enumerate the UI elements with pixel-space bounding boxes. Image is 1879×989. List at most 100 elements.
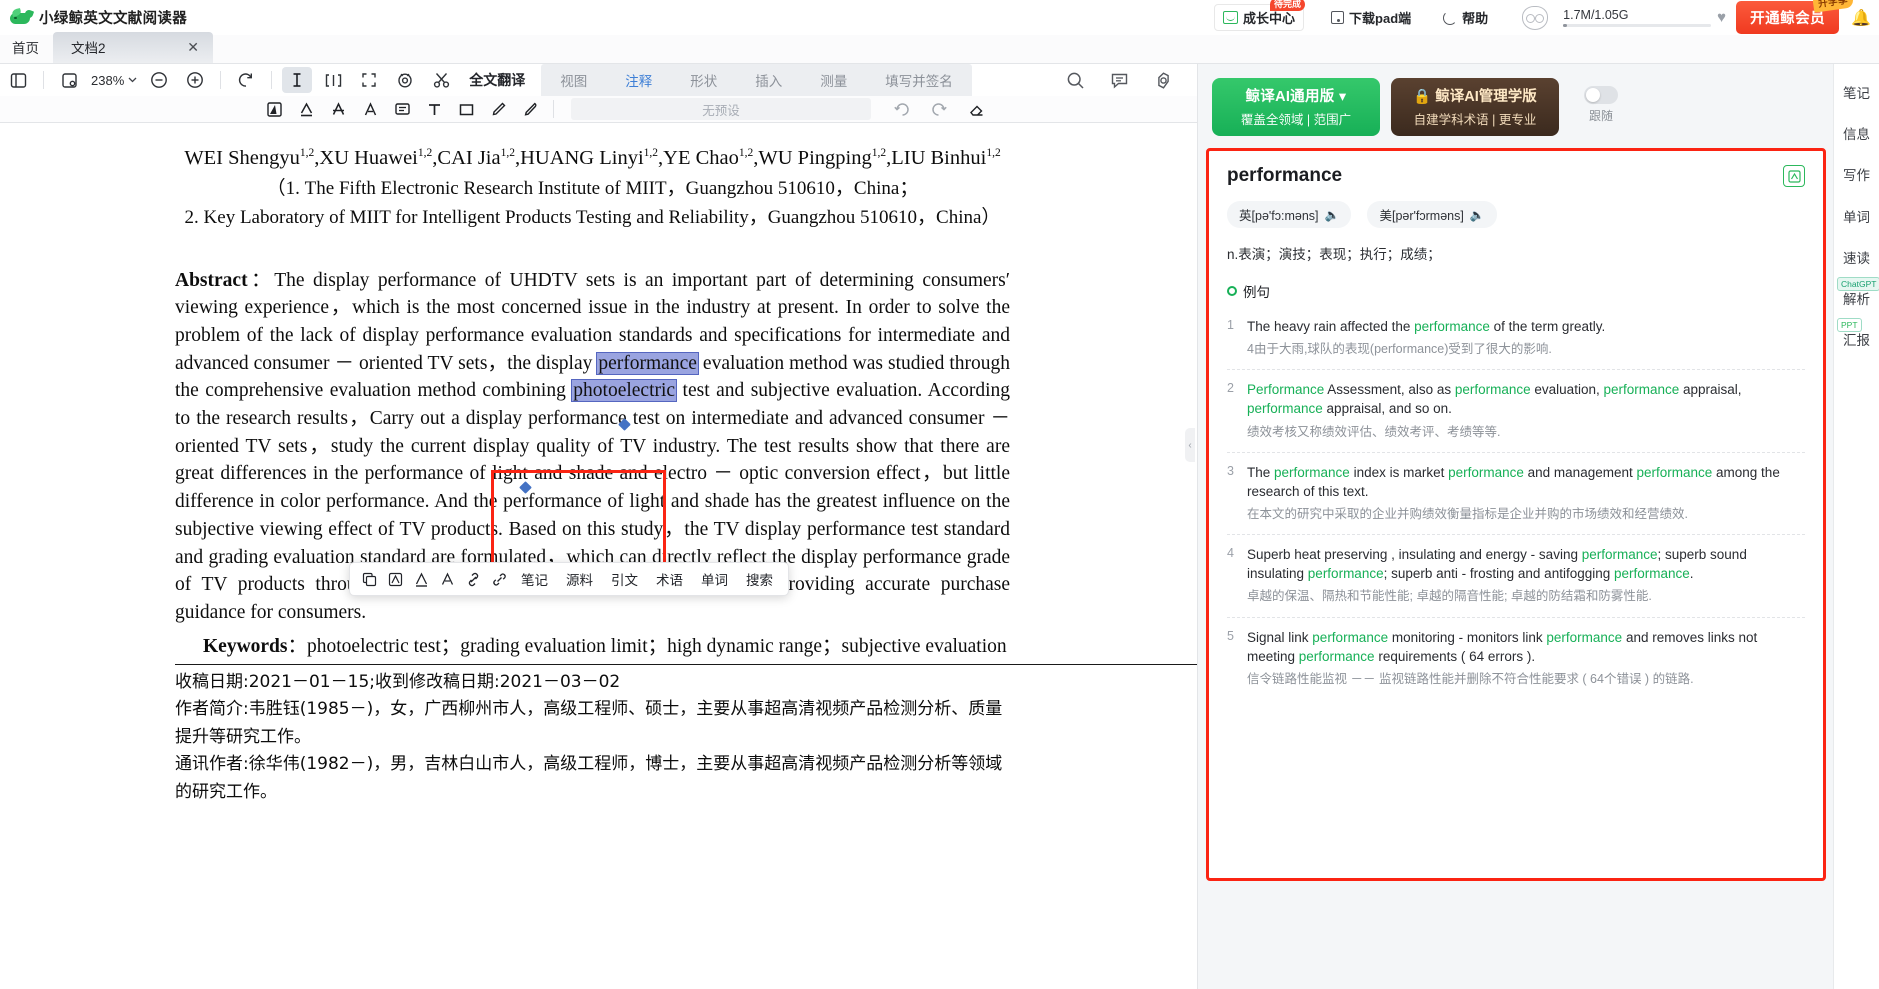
close-icon[interactable]: ✕ (187, 39, 199, 56)
growth-center-button[interactable]: 待完成 成长中心 (1214, 0, 1306, 31)
translate-icon[interactable] (382, 566, 408, 592)
word-card-word: performance (1227, 165, 1343, 186)
rectangle-icon[interactable] (450, 97, 482, 121)
selected-word-photoelectric[interactable]: photoelectric (571, 379, 678, 403)
follow-toggle-label: 跟随 (1588, 109, 1613, 123)
growth-chart-icon (1223, 11, 1239, 24)
speaker-icon[interactable]: 🔈 (1470, 208, 1485, 222)
tab-view[interactable]: 视图 (541, 70, 606, 90)
ai-management-version-button[interactable]: 🔒 鲸译AI管理学版 自建学科术语 | 更专业 (1391, 78, 1559, 136)
add-to-wordbook-icon[interactable] (1783, 165, 1805, 187)
example-number: 4 (1227, 546, 1234, 561)
preset-select[interactable]: 无预设 (571, 98, 871, 120)
ctx-item-citation[interactable]: 引文 (602, 569, 647, 589)
underline-text-icon[interactable] (290, 97, 322, 121)
text-color-icon[interactable] (354, 97, 386, 121)
pen-icon[interactable] (482, 97, 514, 121)
follow-toggle[interactable] (1584, 86, 1618, 104)
avatar[interactable] (1513, 2, 1557, 34)
word-definitions: n.表演；演技；表现；执行；成绩； (1227, 247, 1441, 262)
search-icon[interactable] (1060, 67, 1090, 93)
rail-item-speedread[interactable]: 速读 (1843, 251, 1870, 267)
tab-annotate[interactable]: 注释 (606, 70, 671, 90)
help-button[interactable]: 帮助 (1434, 4, 1497, 31)
rail-item-vocabulary[interactable]: 单词 (1843, 210, 1870, 226)
rail-item-writing[interactable]: 写作 (1843, 168, 1870, 184)
tab-home[interactable]: 首页 (0, 32, 53, 63)
tab-document[interactable]: 文档2 ✕ (53, 32, 213, 63)
comment-icon[interactable] (386, 97, 418, 121)
tab-measure[interactable]: 测量 (801, 70, 866, 90)
highlight-icon[interactable] (408, 566, 434, 592)
example-keyword: performance (1581, 547, 1658, 563)
abstract-label: Abstract (175, 269, 248, 291)
scissors-icon[interactable] (426, 67, 456, 93)
eye-icon[interactable] (390, 67, 420, 93)
settings-gear-icon[interactable] (1148, 67, 1178, 93)
rail-item-report[interactable]: PPT 汇报 (1837, 318, 1870, 349)
rotate-icon[interactable] (231, 67, 261, 93)
zoom-in-icon[interactable] (180, 67, 210, 93)
rail-item-info[interactable]: 信息 (1843, 127, 1870, 143)
bell-icon[interactable]: 🔔 (1851, 8, 1871, 28)
strikethrough-text-icon[interactable] (322, 97, 354, 121)
divider (43, 71, 44, 89)
page-nav-handle[interactable]: ‹ (1185, 428, 1195, 462)
brush-icon[interactable] (514, 97, 546, 121)
rail-item-notes[interactable]: 笔记 (1843, 86, 1870, 102)
author-name: WEI Shengyu (184, 147, 300, 169)
storage-bar (1563, 24, 1712, 27)
ai-general-version-title: 鲸译AI通用版 ▾ (1245, 89, 1347, 105)
underline-icon[interactable] (434, 566, 460, 592)
selected-word-performance[interactable]: performance (596, 351, 699, 375)
follow-toggle-group: 跟随 (1584, 86, 1618, 124)
link-icon[interactable] (486, 566, 512, 592)
ctx-item-search[interactable]: 搜索 (737, 569, 782, 589)
rail-item-analysis[interactable]: ChatGPT 解析 (1837, 276, 1879, 308)
thumbnail-icon[interactable] (54, 67, 84, 93)
example-keyword: performance (1307, 566, 1384, 582)
text-tool-icon[interactable] (418, 97, 450, 121)
example-keyword: performance (1312, 629, 1389, 645)
ctx-item-word[interactable]: 单词 (692, 569, 737, 589)
whale-logo-icon (10, 7, 35, 27)
tab-fill-and-sign[interactable]: 填写并签名 (866, 70, 972, 90)
affiliation-1: （1. The Fifth Electronic Research Instit… (266, 177, 919, 199)
speaker-icon[interactable]: 🔈 (1325, 208, 1340, 222)
example-number: 1 (1227, 318, 1234, 332)
author-sup: 1,2 (417, 147, 433, 160)
fulltext-translate-button[interactable]: 全文翻译 (459, 70, 535, 90)
copy-icon[interactable] (356, 566, 382, 592)
phonetic-uk[interactable]: 英[pə'fɔ:məns] 🔈 (1227, 201, 1352, 228)
tab-shapes[interactable]: 形状 (671, 70, 736, 90)
lock-icon: 🔒 (1413, 89, 1432, 105)
eraser-icon[interactable] (961, 97, 993, 121)
example-sentence-en: Superb heat preserving , insulating and … (1247, 547, 1747, 582)
document-viewer[interactable]: WEI Shengyu1,2,XU Huawei1,2,CAI Jia1,2,H… (0, 123, 1197, 989)
redo-icon[interactable] (923, 97, 955, 121)
ai-management-version-subtitle: 自建学科术语 | 更专业 (1413, 113, 1537, 127)
zoom-level[interactable]: 238% (87, 73, 141, 88)
tab-insert[interactable]: 插入 (736, 70, 801, 90)
ai-general-version-button[interactable]: 鲸译AI通用版 ▾ 覆盖全领域 | 范围广 (1212, 78, 1380, 136)
highlight-square-icon[interactable] (258, 97, 290, 121)
split-view-icon[interactable] (318, 67, 348, 93)
undo-icon[interactable] (885, 97, 917, 121)
vip-button[interactable]: 升学季 开通鲸会员 (1736, 0, 1855, 34)
download-pad-button[interactable]: 下载pad端 (1322, 4, 1420, 31)
text-selection-toolbar[interactable]: 笔记 源料 引文 术语 单词 搜索 (349, 562, 789, 596)
ctx-item-term[interactable]: 术语 (647, 569, 692, 589)
ctx-item-material[interactable]: 源料 (557, 569, 602, 589)
search-web-icon[interactable] (460, 566, 486, 592)
comment-panel-icon[interactable] (1104, 67, 1134, 93)
ctx-item-note[interactable]: 笔记 (512, 569, 557, 589)
fullscreen-icon[interactable] (354, 67, 384, 93)
example-item: 5 Signal link performance monitoring - mo… (1227, 618, 1805, 699)
heart-icon[interactable]: ♥ (1717, 9, 1726, 26)
zoom-out-icon[interactable] (144, 67, 174, 93)
example-number: 2 (1227, 381, 1234, 396)
text-select-icon[interactable] (282, 67, 313, 93)
phonetic-us[interactable]: 美[pər'fɔrməns] 🔈 (1367, 201, 1497, 228)
owl-avatar-icon (1522, 5, 1549, 30)
sidebar-toggle-icon[interactable] (3, 67, 33, 93)
